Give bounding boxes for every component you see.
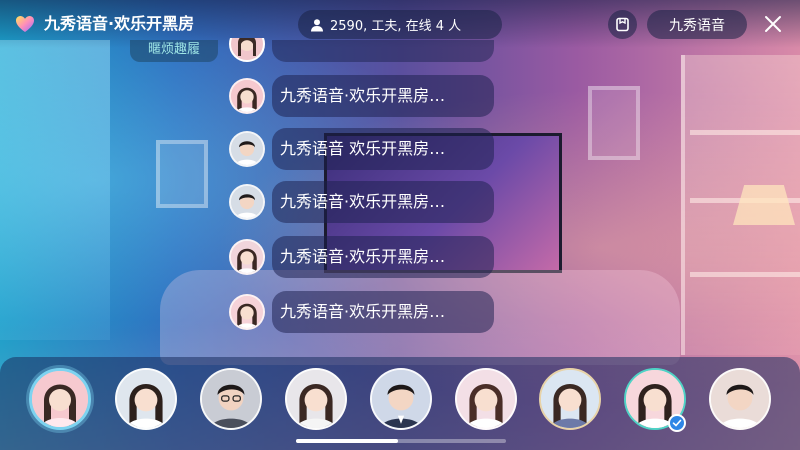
seat-scroll-thumb[interactable] xyxy=(296,439,398,443)
shelf-board xyxy=(690,272,800,277)
female-avatar-icon xyxy=(231,296,263,328)
partial-chat-bubble xyxy=(272,40,494,62)
male-avatar-icon xyxy=(372,370,430,428)
mic-seat-2[interactable] xyxy=(115,368,177,430)
seat-scroll-indicator[interactable] xyxy=(296,439,506,443)
close-button[interactable] xyxy=(760,11,786,37)
online-count-text: 2590, 工夫, 在线 4 人 xyxy=(330,19,462,34)
partial-chat-avatar xyxy=(229,38,265,62)
verified-badge-icon xyxy=(668,414,686,432)
chat-avatar[interactable] xyxy=(229,131,265,167)
chat-avatar[interactable] xyxy=(229,184,265,220)
mic-seat-4[interactable] xyxy=(285,368,347,430)
male-glasses-avatar-icon xyxy=(202,370,260,428)
chat-bubble[interactable]: 九秀语音·欢乐开黑房… xyxy=(272,291,494,333)
background-frame-right xyxy=(588,86,640,160)
female-avatar-icon xyxy=(457,370,515,428)
background-frame-left xyxy=(156,140,208,208)
female-avatar-icon xyxy=(231,80,263,112)
close-icon xyxy=(765,16,781,32)
brand-button[interactable]: 九秀语音 xyxy=(647,10,747,39)
background-window xyxy=(0,40,110,340)
chat-avatar[interactable] xyxy=(229,78,265,114)
user-icon xyxy=(311,18,323,31)
heart-gradient-icon xyxy=(16,16,34,32)
online-count-pill[interactable]: 2590, 工夫, 在线 4 人 xyxy=(298,10,502,39)
mic-seat-9[interactable] xyxy=(709,368,771,430)
mic-seat-6[interactable] xyxy=(455,368,517,430)
female-avatar-icon xyxy=(287,370,345,428)
female-avatar-icon xyxy=(231,241,263,273)
female-avatar-icon xyxy=(32,371,88,427)
male-avatar-icon xyxy=(231,133,263,165)
female-avatar-icon xyxy=(117,370,175,428)
chat-bubble[interactable]: 九秀语音·欢乐开黑房… xyxy=(272,75,494,117)
mic-seat-3[interactable] xyxy=(200,368,262,430)
chat-avatar[interactable] xyxy=(229,294,265,330)
mic-seat-5[interactable] xyxy=(370,368,432,430)
mic-seat-7[interactable] xyxy=(539,368,601,430)
square-rotate-icon xyxy=(616,17,629,32)
chat-bubble[interactable]: 九秀语音 欢乐开黑房… xyxy=(272,128,494,170)
female-avatar-icon xyxy=(541,370,599,428)
shelf-board xyxy=(690,130,800,135)
minimize-room-button[interactable] xyxy=(608,10,637,39)
chat-bubble[interactable]: 九秀语音·欢乐开黑房… xyxy=(272,236,494,278)
chat-bubble[interactable]: 九秀语音·欢乐开黑房… xyxy=(272,181,494,223)
room-title: 九秀语音·欢乐开黑房 xyxy=(44,14,195,33)
male-avatar-icon xyxy=(711,370,769,428)
mic-seat-1[interactable] xyxy=(29,368,91,430)
male-avatar-icon xyxy=(231,186,263,218)
partial-system-chip: 暱烦趣履 xyxy=(130,40,218,62)
chat-avatar[interactable] xyxy=(229,239,265,275)
